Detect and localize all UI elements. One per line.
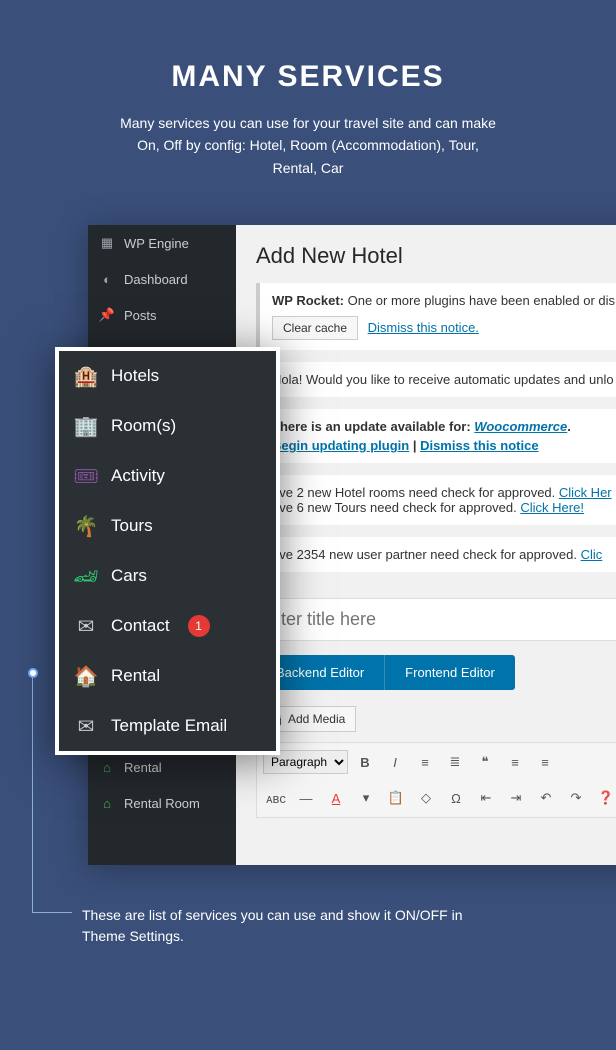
click-link[interactable]: Click Her: [559, 485, 612, 500]
chevron-down-icon[interactable]: ▾: [353, 785, 379, 811]
popup-item-contact[interactable]: ✉ Contact 1: [59, 601, 276, 651]
connector-line-v: [32, 678, 33, 913]
hero-section: MANY SERVICES Many services you can use …: [0, 0, 616, 209]
undo-icon[interactable]: ↶: [533, 785, 559, 811]
services-popup: 🏨 Hotels 🏢 Room(s) 🎟 Activity 🌴 Tours 🏎 …: [55, 347, 280, 755]
clear-icon[interactable]: ◇: [413, 785, 439, 811]
outdent-icon[interactable]: ⇤: [473, 785, 499, 811]
italic-icon[interactable]: I: [382, 749, 408, 775]
dismiss-update-link[interactable]: Dismiss this notice: [420, 438, 538, 453]
editor-mode-buttons: Backend Editor Frontend Editor: [256, 655, 616, 690]
sidebar-item-rental-room[interactable]: ⌂ Rental Room: [88, 785, 236, 821]
gauge-icon: 🏎: [75, 565, 97, 587]
click-link[interactable]: Clic: [581, 547, 603, 562]
sidebar-item-wpengine[interactable]: ▦ WP Engine: [88, 225, 236, 261]
connector-line-h: [32, 912, 72, 913]
bold-icon[interactable]: B: [352, 749, 378, 775]
room-icon: 🏢: [75, 415, 97, 437]
hola-notice: Hola! Would you like to receive automati…: [256, 362, 616, 397]
align-left-icon[interactable]: ≡: [502, 749, 528, 775]
rocket-notice: WP Rocket: One or more plugins have been…: [256, 283, 616, 350]
popup-item-template-email[interactable]: ✉ Template Email: [59, 701, 276, 751]
strike-icon[interactable]: ᴀʙᴄ: [263, 785, 289, 811]
click-link[interactable]: Click Here!: [520, 500, 584, 515]
popup-item-activity[interactable]: 🎟 Activity: [59, 451, 276, 501]
badge-count: 1: [188, 615, 210, 637]
color-icon[interactable]: A: [323, 785, 349, 811]
update-notice: There is an update available for: Woocom…: [256, 409, 616, 463]
rooms-notice: ave 2 new Hotel rooms need check for app…: [256, 475, 616, 525]
popup-item-rental[interactable]: 🏠 Rental: [59, 651, 276, 701]
mail-icon: ✉: [75, 615, 97, 637]
popup-item-rooms[interactable]: 🏢 Room(s): [59, 401, 276, 451]
mail-icon: ✉: [75, 715, 97, 737]
list-ul-icon[interactable]: ≡: [412, 749, 438, 775]
indent-icon[interactable]: ⇥: [503, 785, 529, 811]
editor-toolbar: Paragraph B I ≡ ≣ ❝ ≡ ≡ ᴀʙᴄ — A ▾ 📋 ◇ Ω …: [256, 742, 616, 818]
ticket-icon: 🎟: [75, 465, 97, 487]
sidebar-item-dashboard[interactable]: ◐ Dashboard: [88, 261, 236, 297]
dismiss-link[interactable]: Dismiss this notice.: [368, 320, 479, 335]
connector-dot: [28, 668, 38, 678]
page-title: Add New Hotel: [256, 243, 616, 269]
partner-notice: ave 2354 new user partner need check for…: [256, 537, 616, 572]
wp-content: Add New Hotel WP Rocket: One or more plu…: [236, 225, 616, 865]
paste-icon[interactable]: 📋: [383, 785, 409, 811]
footer-note: These are list of services you can use a…: [82, 905, 482, 947]
frontend-editor-button[interactable]: Frontend Editor: [385, 655, 515, 690]
grid-icon: ▦: [98, 234, 116, 252]
home-icon: ⌂: [98, 794, 116, 812]
pin-icon: 📌: [98, 306, 116, 324]
home-icon: ⌂: [98, 758, 116, 776]
hero-subtitle: Many services you can use for your trave…: [118, 112, 498, 179]
popup-item-tours[interactable]: 🌴 Tours: [59, 501, 276, 551]
list-ol-icon[interactable]: ≣: [442, 749, 468, 775]
popup-item-hotels[interactable]: 🏨 Hotels: [59, 351, 276, 401]
align-center-icon[interactable]: ≡: [532, 749, 558, 775]
omega-icon[interactable]: Ω: [443, 785, 469, 811]
clear-cache-button[interactable]: Clear cache: [272, 316, 358, 340]
begin-update-link[interactable]: Begin updating plugin: [272, 438, 409, 453]
palm-icon: 🌴: [75, 515, 97, 537]
title-input[interactable]: [256, 598, 616, 641]
hr-icon[interactable]: —: [293, 785, 319, 811]
help-icon[interactable]: ❓: [593, 785, 616, 811]
popup-item-cars[interactable]: 🏎 Cars: [59, 551, 276, 601]
sidebar-item-posts[interactable]: 📌 Posts: [88, 297, 236, 333]
dashboard-icon: ◐: [98, 270, 116, 288]
hero-title: MANY SERVICES: [40, 60, 576, 94]
woo-link[interactable]: Woocommerce: [474, 419, 567, 434]
hotel-icon: 🏨: [75, 365, 97, 387]
quote-icon[interactable]: ❝: [472, 749, 498, 775]
redo-icon[interactable]: ↷: [563, 785, 589, 811]
home-icon: 🏠: [75, 665, 97, 687]
